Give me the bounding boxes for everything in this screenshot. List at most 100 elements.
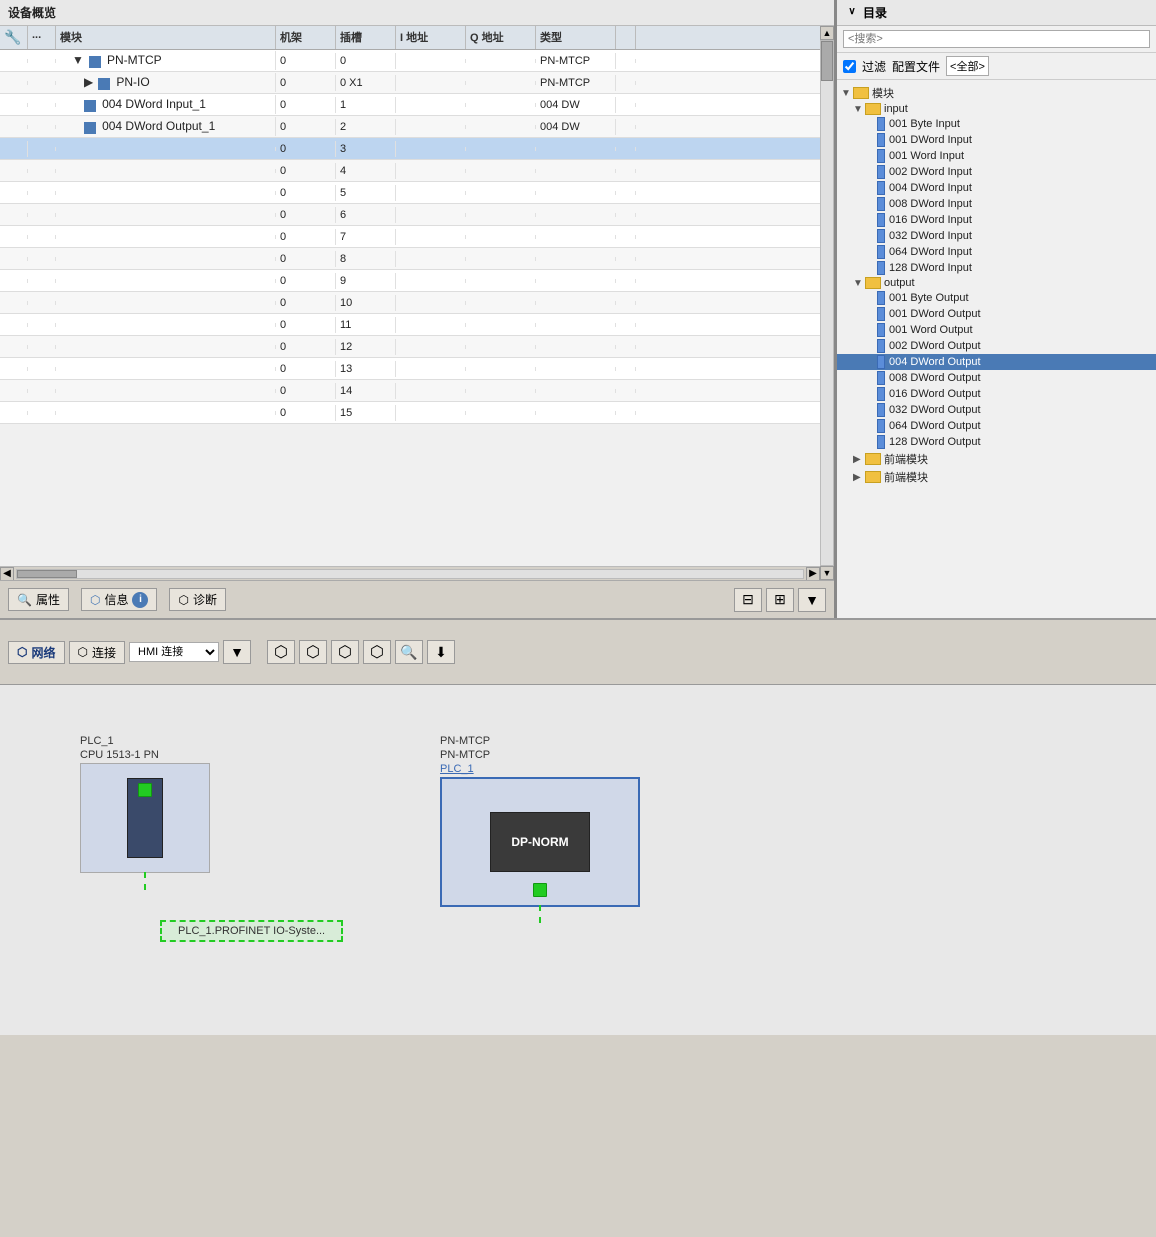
tree-module-item[interactable]: 008 DWord Input [837,196,1156,212]
table-row[interactable]: 0 12 [0,336,820,358]
catalog-collapse-arrow[interactable]: ∨ [845,6,859,20]
tree-module-item[interactable]: 001 DWord Input [837,132,1156,148]
device-icon-2[interactable]: ⬡ [299,640,327,664]
tree-module-item[interactable]: 128 DWord Input [837,260,1156,276]
tree-module-item[interactable]: 001 Word Input [837,148,1156,164]
row-slot-cell: 10 [336,295,396,311]
table-row[interactable]: ▶ PN-IO 0 0 X1 PN-MTCP [0,72,820,94]
table-row[interactable]: 0 15 [0,402,820,424]
tree-module-item[interactable]: 001 Word Output [837,322,1156,338]
row-arrow-icon: ▶ [84,75,93,89]
table-row[interactable]: 0 7 [0,226,820,248]
scroll-up-arrow[interactable]: ▲ [820,26,834,40]
plc-device-box[interactable] [80,763,210,873]
table-row[interactable]: 004 DWord Input_1 0 1 004 DW [0,94,820,116]
tree-module-item[interactable]: 004 DWord Output [837,354,1156,370]
row-extra-cell [616,301,636,305]
tree-module-item[interactable]: 002 DWord Input [837,164,1156,180]
tree-module-item[interactable]: 008 DWord Output [837,370,1156,386]
tree-root-modules[interactable]: ▼ 模块 [837,84,1156,102]
row-rack-cell: 0 [276,339,336,355]
tree-module-item[interactable]: 064 DWord Input [837,244,1156,260]
tree-frontend-folder[interactable]: ▶ 前端模块 [837,468,1156,486]
row-iaddr-cell [396,257,466,261]
row-type-cell [536,169,616,173]
tree-module-item[interactable]: 016 DWord Input [837,212,1156,228]
horizontal-scrollbar[interactable]: ◀ ▶ [0,566,820,580]
tree-folder-item[interactable]: ▼ input [837,102,1156,116]
tree-folder-item[interactable]: ▶ 前端模块 [837,450,1156,468]
pn-link-label[interactable]: PLC_1 [440,763,640,775]
row-qaddr-cell [466,169,536,173]
scroll-down-arrow[interactable]: ▼ [820,566,834,580]
device-icon-1[interactable]: ⬡ [267,640,295,664]
tree-folder-item[interactable]: ▼ output [837,276,1156,290]
table-row[interactable]: 0 4 [0,160,820,182]
tree-folder-label: input [884,103,908,115]
row-type-cell [536,411,616,415]
scroll-thumb-vert[interactable] [821,41,833,81]
network-line-container[interactable]: PLC_1.PROFINET IO-Syste... [160,920,343,942]
view-options-icon[interactable]: ▼ [798,588,826,612]
scroll-track[interactable] [16,569,804,579]
properties-button[interactable]: 🔍 属性 [8,588,69,611]
col-extra [616,26,636,49]
table-row[interactable]: 0 10 [0,292,820,314]
tree-module-item[interactable]: 032 DWord Output [837,402,1156,418]
connection-label: 连接 [92,644,116,661]
config-value[interactable]: <全部> [946,56,989,76]
tree-module-item[interactable]: 002 DWord Output [837,338,1156,354]
network-button[interactable]: ⬡ 网络 [8,641,65,664]
scroll-right-arrow[interactable]: ▶ [806,567,820,581]
row-status-cell [28,279,56,283]
table-row[interactable]: 004 DWord Output_1 0 2 004 DW [0,116,820,138]
tree-module-item[interactable]: 128 DWord Output [837,434,1156,450]
row-qaddr-cell [466,257,536,261]
row-indicator-cell [0,213,28,217]
connection-button[interactable]: ⬡ 连接 [69,641,126,664]
pn-device[interactable]: PN-MTCP PN-MTCP PLC_1 DP-NORM [440,735,640,907]
tree-module-item[interactable]: 004 DWord Input [837,180,1156,196]
download-icon[interactable]: ⬇ [427,640,455,664]
scroll-left-arrow[interactable]: ◀ [0,567,14,581]
row-rack-cell: 0 [276,141,336,157]
split-view-icon[interactable]: ⊟ [734,588,762,612]
tile-view-icon[interactable]: ⊞ [766,588,794,612]
hmi-connection-select[interactable]: HMI 连接 [129,642,219,662]
tree-arrow-icon: ▼ [853,278,865,289]
table-row[interactable]: 0 13 [0,358,820,380]
tree-module-item[interactable]: 064 DWord Output [837,418,1156,434]
module-chip-icon [877,323,885,337]
tree-module-item[interactable]: 001 Byte Output [837,290,1156,306]
tree-module-item[interactable]: 016 DWord Output [837,386,1156,402]
tree-module-item[interactable]: 001 Byte Input [837,116,1156,132]
table-row[interactable]: 0 8 [0,248,820,270]
table-row[interactable]: 0 11 [0,314,820,336]
table-row[interactable]: 0 3 [0,138,820,160]
zoom-in-icon[interactable]: 🔍 [395,640,423,664]
pn-device-box[interactable]: DP-NORM [440,777,640,907]
device-icon-3[interactable]: ⬡ [331,640,359,664]
col-iaddr: I 地址 [396,26,466,49]
tree-module-item[interactable]: 032 DWord Input [837,228,1156,244]
device-icon-4[interactable]: ⬡ [363,640,391,664]
scroll-track-vert[interactable] [820,40,834,566]
table-row[interactable]: 0 6 [0,204,820,226]
table-row[interactable]: ▼ PN-MTCP 0 0 PN-MTCP [0,50,820,72]
catalog-search-input[interactable] [843,30,1150,48]
row-indicator-cell [0,323,28,327]
tree-module-item[interactable]: 001 DWord Output [837,306,1156,322]
info-button[interactable]: ⬡ 信息 i [81,588,158,611]
module-chip-icon [877,117,885,131]
diagnostics-button[interactable]: ⬡ 诊断 [169,588,226,611]
scroll-thumb[interactable] [17,570,77,578]
filter-checkbox[interactable] [843,60,856,73]
table-row[interactable]: 0 9 [0,270,820,292]
table-row[interactable]: 0 14 [0,380,820,402]
plc-device[interactable]: PLC_1 CPU 1513-1 PN [80,735,210,873]
vertical-scrollbar[interactable]: ▲ ▼ [820,26,834,580]
dropdown-arrow-icon[interactable]: ▼ [223,640,251,664]
row-iaddr-cell [396,345,466,349]
table-row[interactable]: 0 5 [0,182,820,204]
tree-root-label: 模块 [872,85,894,101]
